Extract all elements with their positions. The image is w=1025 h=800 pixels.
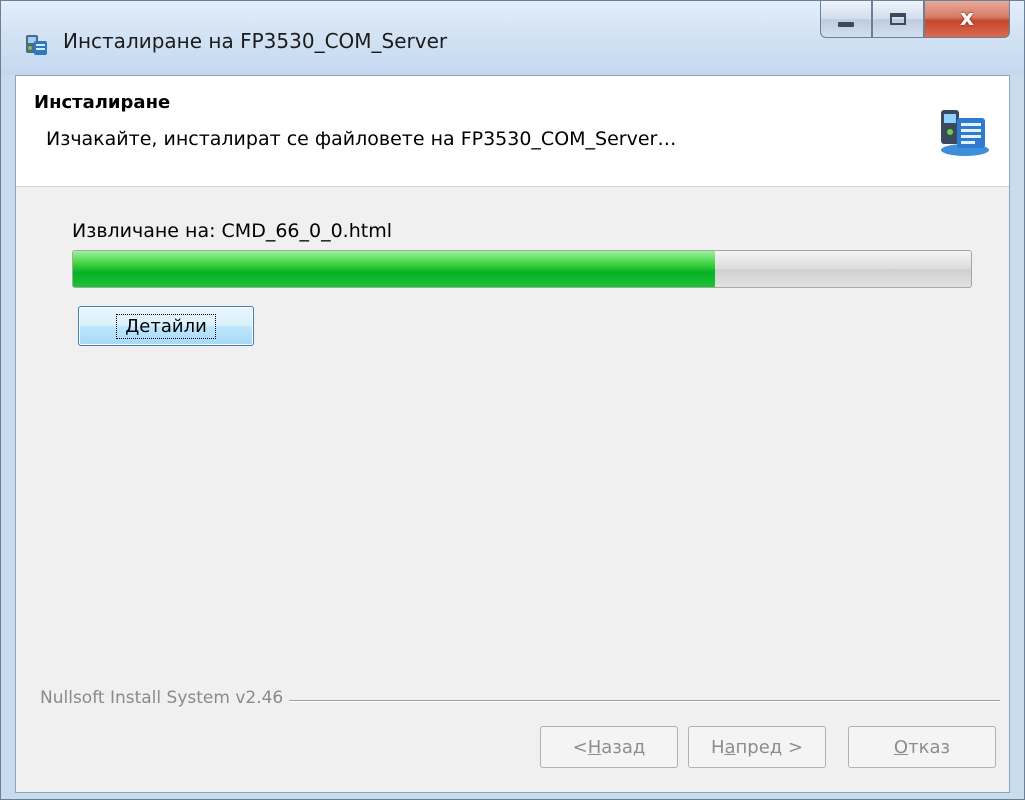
installer-client-area: Инсталиране Изчакайте, инсталират се фай… [15, 75, 1010, 793]
back-button[interactable]: < Назад [540, 726, 678, 768]
progress-fill [73, 251, 716, 287]
close-button[interactable]: x [924, 1, 1010, 38]
next-button[interactable]: На пред > [688, 726, 826, 768]
install-package-icon [941, 110, 989, 156]
window-title: Инсталиране на FP3530_COM_Server [63, 29, 448, 53]
details-button-label: Детайли [116, 313, 216, 339]
caption-buttons: x [820, 1, 1010, 39]
branding-text: Nullsoft Install System v2.46 [40, 688, 290, 708]
cancel-button[interactable]: Отказ [848, 726, 996, 768]
header-band: Инсталиране Изчакайте, инсталират се фай… [16, 76, 1009, 187]
page-title: Инсталиране [34, 92, 171, 113]
installer-icon [26, 35, 47, 55]
close-icon: x [959, 6, 975, 31]
minimize-icon [838, 21, 854, 27]
maximize-button[interactable] [872, 1, 924, 38]
page-subtitle: Изчакайте, инсталират се файловете на FP… [46, 128, 677, 150]
maximize-icon [890, 13, 906, 25]
minimize-button[interactable] [820, 1, 872, 38]
status-text: Извличане на: CMD_66_0_0.html [72, 220, 392, 242]
title-bar[interactable]: Инсталиране на FP3530_COM_Server x [1, 1, 1024, 75]
details-button[interactable]: Детайли [78, 306, 254, 346]
installer-window: Инсталиране на FP3530_COM_Server x Инста… [0, 0, 1025, 800]
progress-bar [72, 250, 972, 288]
